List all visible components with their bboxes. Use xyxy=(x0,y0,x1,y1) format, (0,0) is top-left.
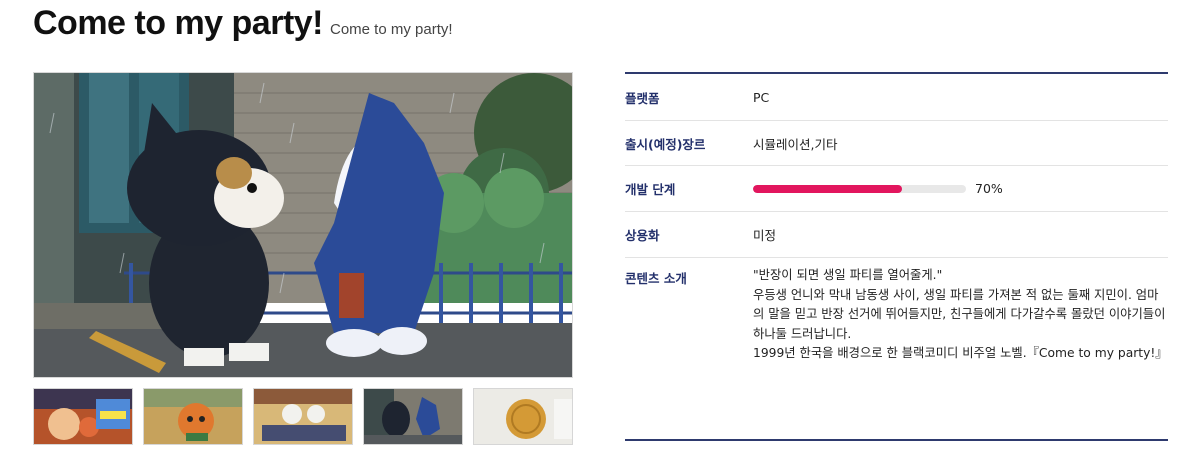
dev-stage-row: 개발 단계 70% xyxy=(625,166,1168,212)
page-header: Come to my party! Come to my party! xyxy=(33,4,453,43)
progress-bar xyxy=(753,184,966,193)
main-screenshot xyxy=(33,72,573,378)
commercial-label: 상용화 xyxy=(625,228,660,243)
content-intro-row: 콘텐츠 소개 "반장이 되면 생일 파티를 열어줄게." 우등생 언니와 막내 … xyxy=(625,258,1168,441)
intro-quote: "반장이 되면 생일 파티를 열어줄게." xyxy=(753,268,943,282)
genre-label: 출시(예정)장르 xyxy=(625,136,706,152)
thumbnail-5[interactable] xyxy=(473,388,573,445)
intro-body: 우등생 언니와 막내 남동생 사이, 생일 파티를 가져본 적 없는 둘째 지민… xyxy=(753,287,1166,341)
thumbnail-4[interactable] xyxy=(363,388,463,445)
progress-percent: 70% xyxy=(975,181,1003,196)
progress-bar-fill xyxy=(753,184,903,193)
page-subtitle: Come to my party! xyxy=(330,21,453,38)
genre-row: 출시(예정)장르 시뮬레이션,기타 xyxy=(625,121,1168,166)
dev-stage-progress: 70% xyxy=(753,181,1003,196)
thumbnail-2[interactable] xyxy=(143,388,243,445)
genre-value: 시뮬레이션,기타 xyxy=(753,136,838,152)
platform-label: 플랫폼 xyxy=(625,90,660,106)
platform-value: PC xyxy=(753,89,770,105)
commercial-value: 미정 xyxy=(753,228,777,243)
thumbnail-3[interactable] xyxy=(253,388,353,445)
platform-row: 플랫폼 PC xyxy=(625,74,1168,121)
commercial-row: 상용화 미정 xyxy=(625,212,1168,258)
content-intro-text: "반장이 되면 생일 파티를 열어줄게." 우등생 언니와 막내 남동생 사이,… xyxy=(753,258,1168,364)
content-intro-label: 콘텐츠 소개 xyxy=(625,271,687,286)
page-title: Come to my party! xyxy=(33,4,324,42)
intro-tagline: 1999년 한국을 배경으로 한 블랙코미디 비주얼 노벨.『Come to m… xyxy=(753,346,1168,360)
thumbnail-1[interactable] xyxy=(33,388,133,445)
game-info-table: 플랫폼 PC 출시(예정)장르 시뮬레이션,기타 개발 단계 70% 상용화 미… xyxy=(625,72,1168,441)
pixel-art-scene-image xyxy=(34,73,572,377)
thumbnail-strip xyxy=(33,388,573,445)
dev-stage-label: 개발 단계 xyxy=(625,182,676,197)
